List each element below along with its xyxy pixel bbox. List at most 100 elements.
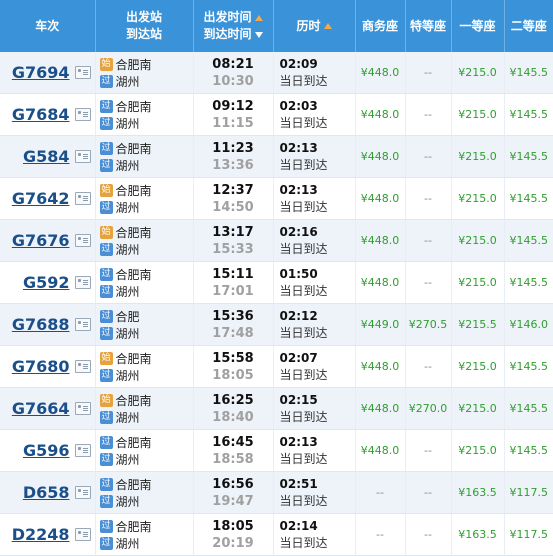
arrive-note: 当日到达 [279, 535, 328, 550]
id-card-icon[interactable] [74, 360, 91, 373]
duration: 02:13 [279, 140, 318, 155]
to-station-badge: 过 [99, 242, 113, 256]
stations-cell: 始合肥南过湖州 [95, 345, 194, 388]
from-station-badge: 始 [99, 183, 113, 197]
train-number-link[interactable]: G7642 [12, 189, 70, 208]
id-card-icon[interactable] [74, 528, 91, 541]
sort-down-icon[interactable] [254, 31, 263, 38]
arrive-note: 当日到达 [279, 409, 328, 424]
from-station-badge: 过 [99, 435, 113, 449]
train-cell: G592 [0, 261, 96, 304]
duration-cell: 02:12 当日到达 [273, 303, 356, 346]
duration: 01:50 [279, 266, 318, 281]
train-cell: D658 [0, 471, 96, 514]
id-card-icon[interactable] [74, 318, 91, 331]
table-row: G7680 始合肥南过湖州 15:58 18:05 02:07 当日到达 ¥448.0 -- ¥… [0, 345, 553, 388]
train-number-link[interactable]: G7694 [12, 63, 70, 82]
to-station-badge: 过 [99, 284, 113, 298]
arrival-time: 13:36 [212, 157, 254, 173]
id-card-icon[interactable] [74, 486, 91, 499]
train-number-link[interactable]: G7664 [12, 399, 70, 418]
times-cell: 08:21 10:30 [193, 52, 274, 94]
business-price: ¥448.0 [355, 52, 406, 94]
arrive-note: 当日到达 [279, 241, 328, 256]
id-card-icon[interactable] [74, 402, 91, 415]
train-number-link[interactable]: G7684 [12, 105, 70, 124]
second-class-price: ¥145.5 [504, 219, 553, 262]
stations-cell: 始合肥南过湖州 [95, 177, 194, 220]
duration: 02:15 [279, 392, 318, 407]
to-station-badge: 过 [99, 494, 113, 508]
train-number-link[interactable]: G592 [23, 273, 70, 292]
sort-up-icon[interactable] [254, 14, 263, 21]
train-number-link[interactable]: G596 [23, 441, 70, 460]
business-price: ¥448.0 [355, 345, 406, 388]
arrive-note: 当日到达 [279, 325, 328, 340]
times-cell: 15:36 17:48 [193, 303, 274, 346]
train-number-link[interactable]: G7680 [12, 357, 70, 376]
table-row: G592 过合肥南过湖州 15:11 17:01 01:50 当日到达 ¥448.0 -- ¥2… [0, 261, 553, 304]
arrive-note: 当日到达 [279, 199, 328, 214]
to-station-badge: 过 [99, 536, 113, 550]
id-card-icon[interactable] [74, 108, 91, 121]
stations-cell: 始合肥南过湖州 [95, 387, 194, 430]
first-class-price: ¥215.0 [451, 52, 505, 94]
table-row: G7684 过合肥南过湖州 09:12 11:15 02:03 当日到达 ¥448.0 -- ¥… [0, 93, 553, 136]
from-station: 合肥南 [115, 183, 152, 198]
train-number-link[interactable]: D2248 [12, 525, 70, 544]
id-card-icon[interactable] [74, 66, 91, 79]
train-cell: G584 [0, 135, 96, 178]
id-card-icon[interactable] [74, 234, 91, 247]
train-number-link[interactable]: G584 [23, 147, 70, 166]
times-cell: 16:25 18:40 [193, 387, 274, 430]
id-card-icon[interactable] [74, 150, 91, 163]
from-station-badge: 过 [99, 477, 113, 491]
col-business: 商务座 [355, 0, 406, 52]
times-cell: 16:45 18:58 [193, 429, 274, 472]
train-number-link[interactable]: G7688 [12, 315, 70, 334]
sort-up-icon[interactable] [323, 23, 332, 29]
col-duration[interactable]: 历时 [273, 0, 356, 52]
train-number-link[interactable]: D658 [23, 483, 70, 502]
col-stations[interactable]: 出发站 到达站 [95, 0, 194, 52]
to-station: 湖州 [115, 368, 140, 383]
duration-cell: 02:07 当日到达 [273, 345, 356, 388]
arrival-time: 18:58 [212, 451, 254, 467]
train-cell: G7684 [0, 93, 96, 136]
train-number-link[interactable]: G7676 [12, 231, 70, 250]
train-cell: G7642 [0, 177, 96, 220]
second-class-price: ¥117.5 [504, 471, 553, 514]
from-station: 合肥南 [115, 351, 152, 366]
col-station-from: 出发站 [125, 10, 162, 24]
id-card-icon[interactable] [74, 444, 91, 457]
to-station-badge: 过 [99, 200, 113, 214]
second-class-price: ¥145.5 [504, 429, 553, 472]
to-station: 湖州 [115, 536, 140, 551]
departure-time: 09:12 [212, 98, 254, 114]
id-card-icon[interactable] [74, 192, 91, 205]
special-price: ¥270.0 [405, 387, 452, 430]
times-cell: 09:12 11:15 [193, 93, 274, 136]
id-card-icon[interactable] [74, 276, 91, 289]
col-train[interactable]: 车次 [0, 0, 96, 52]
to-station: 湖州 [115, 116, 140, 131]
special-price: -- [405, 219, 452, 262]
train-cell: G7664 [0, 387, 96, 430]
from-station: 合肥南 [115, 99, 152, 114]
business-price: ¥448.0 [355, 429, 406, 472]
first-class-price: ¥215.0 [451, 387, 505, 430]
col-times[interactable]: 出发时间 到达时间 [193, 0, 274, 52]
special-price: -- [405, 261, 452, 304]
stations-cell: 过合肥南过湖州 [95, 261, 194, 304]
to-station: 湖州 [115, 200, 140, 215]
second-class-price: ¥146.0 [504, 303, 553, 346]
second-class-price: ¥117.5 [504, 513, 553, 556]
times-cell: 15:58 18:05 [193, 345, 274, 388]
from-station-badge: 过 [99, 267, 113, 281]
stations-cell: 过合肥南过湖州 [95, 429, 194, 472]
to-station: 湖州 [115, 326, 140, 341]
duration-cell: 02:13 当日到达 [273, 177, 356, 220]
stations-cell: 过合肥南过湖州 [95, 471, 194, 514]
first-class-price: ¥215.0 [451, 93, 505, 136]
duration-cell: 02:13 当日到达 [273, 135, 356, 178]
